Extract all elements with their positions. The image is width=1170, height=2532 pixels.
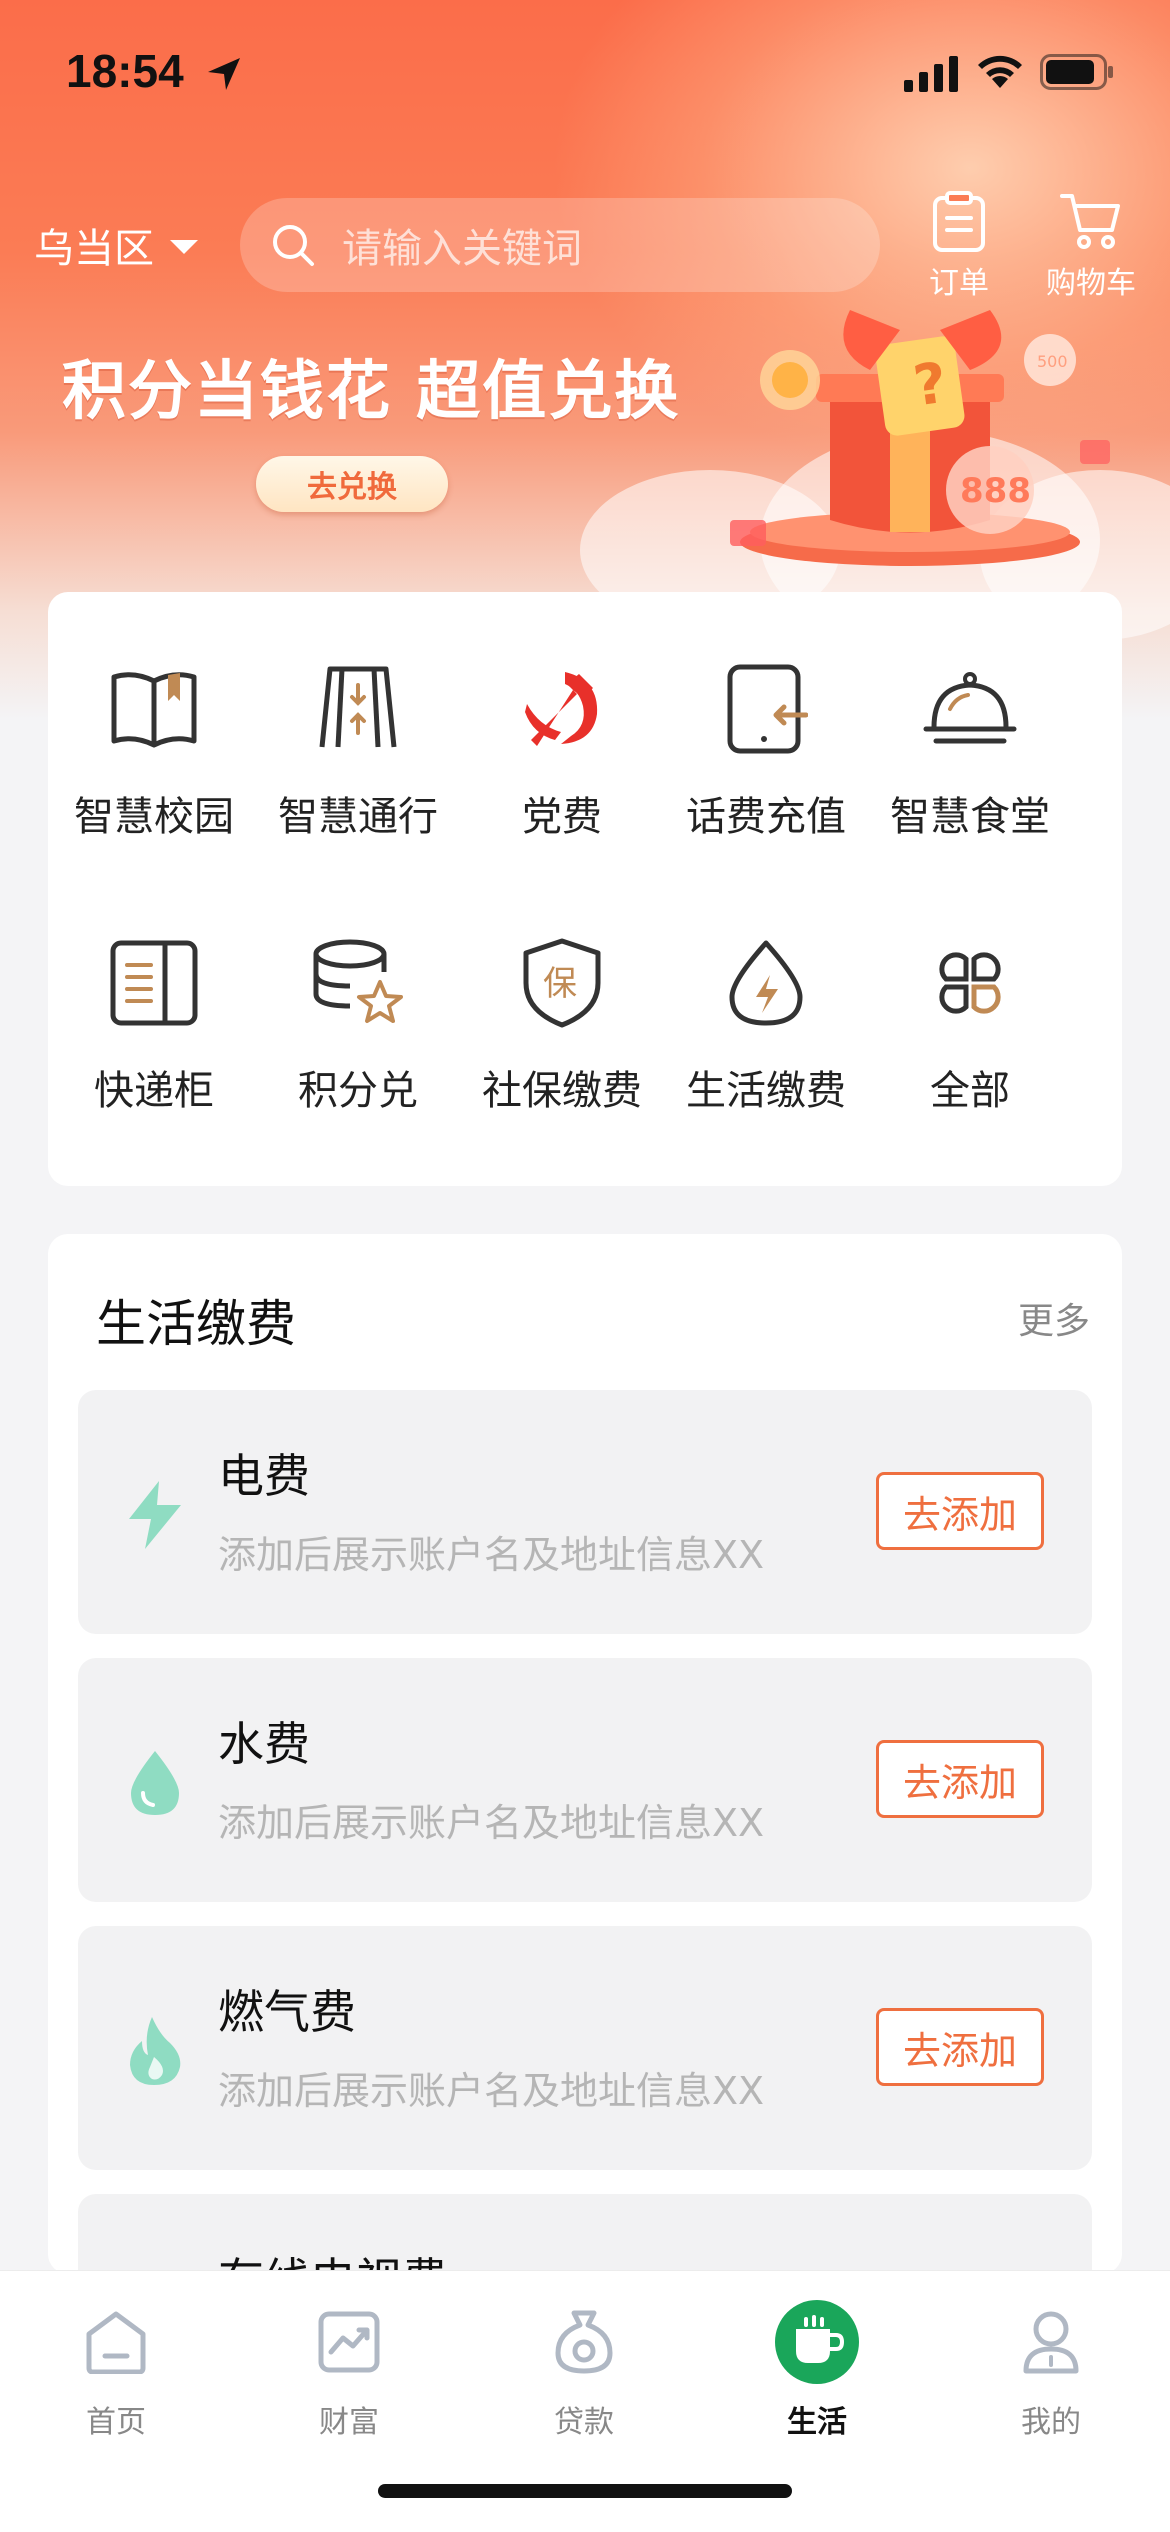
service-label: 党费 — [522, 794, 602, 840]
add-button[interactable]: 去添加 — [876, 1472, 1044, 1550]
search-placeholder: 请输入关键词 — [342, 226, 582, 272]
svg-text:保: 保 — [543, 964, 577, 1004]
redeem-button[interactable]: 去兑换 — [256, 456, 448, 512]
utility-drop-icon — [729, 940, 803, 1026]
cup-icon — [775, 2300, 859, 2384]
service-party-fee[interactable]: 党费 — [460, 654, 664, 842]
coin-label: 888 — [960, 471, 1031, 511]
party-emblem-icon — [525, 672, 598, 746]
wealth-chart-icon — [318, 2311, 380, 2373]
status-bar: 18:54 — [0, 0, 1170, 140]
all-grid-icon — [939, 952, 1001, 1014]
tab-label: 我的 — [1021, 2405, 1081, 2440]
caret-down-icon — [170, 240, 198, 254]
dining-bell-icon — [923, 672, 1017, 744]
bill-name: 燃气费 — [218, 1985, 356, 2039]
bill-desc: 添加后展示账户名及地址信息XX — [218, 1801, 765, 1845]
tab-mine[interactable]: 我的 — [961, 2297, 1141, 2441]
service-label: 智慧食堂 — [890, 794, 1050, 840]
service-social-security[interactable]: 保 社保缴费 — [460, 928, 664, 1116]
gift-box-illustration[interactable]: ? 500 888 — [700, 270, 1140, 570]
services-card: 智慧校园 智慧通行 党费 话费充值 智慧食堂 快递柜 积分兑 保 社保缴费 生活… — [48, 592, 1122, 1186]
service-label: 生活缴费 — [686, 1068, 846, 1114]
tab-loan[interactable]: 贷款 — [494, 2297, 674, 2441]
coins-star-icon — [313, 939, 403, 1023]
bill-item-gas[interactable]: 燃气费 添加后展示账户名及地址信息XX 去添加 — [78, 1926, 1092, 2170]
tab-label: 贷款 — [554, 2405, 614, 2440]
service-points-redeem[interactable]: 积分兑 — [256, 928, 460, 1116]
bill-desc: 添加后展示账户名及地址信息XX — [218, 1533, 765, 1577]
service-label: 智慧通行 — [278, 794, 438, 840]
bill-item-cable-tv[interactable]: 有线电视费 — [78, 2194, 1092, 2274]
bill-name: 水费 — [218, 1717, 310, 1771]
service-label: 智慧校园 — [74, 794, 234, 840]
home-icon — [86, 2311, 146, 2374]
more-link[interactable]: 更多 — [1018, 1292, 1090, 1344]
tab-home[interactable]: 首页 — [26, 2297, 206, 2441]
search-icon — [273, 225, 314, 266]
battery-icon — [1040, 54, 1113, 90]
service-label: 积分兑 — [298, 1068, 418, 1114]
cellular-signal-icon — [904, 56, 958, 92]
service-utility-payment[interactable]: 生活缴费 — [664, 928, 868, 1116]
add-button[interactable]: 去添加 — [876, 1740, 1044, 1818]
flame-icon — [130, 2017, 181, 2085]
bill-desc: 添加后展示账户名及地址信息XX — [218, 2069, 765, 2113]
tab-label: 财富 — [319, 2405, 379, 2440]
utility-bills-card: 生活缴费 更多 电费 添加后展示账户名及地址信息XX 去添加 水费 添加后展示账… — [48, 1234, 1122, 2274]
lightning-icon — [129, 1481, 181, 1549]
water-drop-icon — [131, 1751, 179, 1815]
service-label: 全部 — [930, 1068, 1010, 1114]
profile-icon — [1023, 2311, 1079, 2374]
service-label: 话费充值 — [686, 794, 846, 840]
tab-life[interactable]: 生活 — [727, 2297, 907, 2441]
service-phone-recharge[interactable]: 话费充值 — [664, 654, 868, 842]
clipboard-icon — [933, 191, 985, 252]
book-icon — [111, 672, 197, 748]
shield-icon: 保 — [523, 938, 601, 1028]
service-label: 社保缴费 — [482, 1068, 642, 1114]
tab-label: 首页 — [86, 2405, 146, 2440]
home-indicator[interactable] — [378, 2484, 792, 2498]
bill-item-water[interactable]: 水费 添加后展示账户名及地址信息XX 去添加 — [78, 1658, 1092, 1902]
service-all[interactable]: 全部 — [868, 928, 1072, 1116]
status-time: 18:54 — [66, 45, 184, 97]
phone-recharge-icon — [727, 664, 808, 754]
coin-small-label: 500 — [1037, 352, 1068, 371]
region-selector[interactable]: 乌当区 — [34, 216, 198, 274]
add-button[interactable]: 去添加 — [876, 2008, 1044, 2086]
bill-name: 电费 — [218, 1449, 310, 1503]
gate-icon — [319, 666, 397, 748]
service-smart-access[interactable]: 智慧通行 — [256, 654, 460, 842]
region-label: 乌当区 — [34, 226, 154, 272]
section-title: 生活缴费 — [96, 1295, 296, 1353]
bill-item-electricity[interactable]: 电费 添加后展示账户名及地址信息XX 去添加 — [78, 1390, 1092, 1634]
service-label: 快递柜 — [94, 1068, 214, 1114]
banner-title: 积分当钱花 超值兑换 — [62, 355, 681, 429]
service-smart-campus[interactable]: 智慧校园 — [52, 654, 256, 842]
cart-icon — [1060, 194, 1120, 249]
service-smart-canteen[interactable]: 智慧食堂 — [868, 654, 1072, 842]
tab-label: 生活 — [787, 2405, 847, 2440]
locker-icon — [110, 940, 198, 1026]
location-arrow-icon — [208, 58, 240, 90]
tab-wealth[interactable]: 财富 — [259, 2297, 439, 2441]
service-parcel-locker[interactable]: 快递柜 — [52, 928, 256, 1116]
loan-bag-icon — [555, 2310, 613, 2374]
wifi-icon — [978, 55, 1022, 88]
